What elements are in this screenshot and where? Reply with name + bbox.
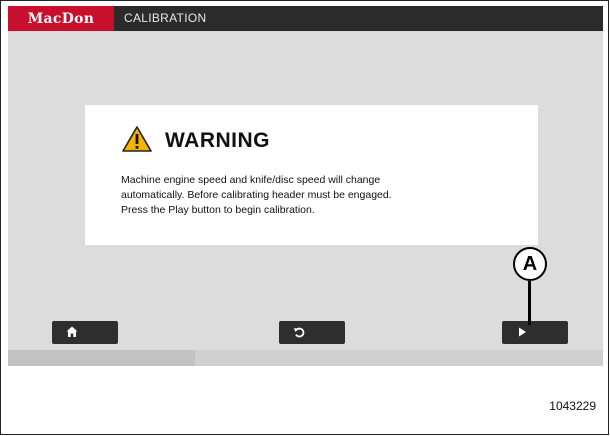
back-button[interactable] [279, 321, 345, 344]
status-strip [8, 350, 603, 366]
status-strip-segment [8, 350, 195, 366]
warning-line: automatically. Before calibrating header… [121, 189, 392, 201]
warning-line: Press the Play button to begin calibrati… [121, 204, 315, 216]
play-button[interactable] [502, 321, 568, 344]
home-icon [66, 326, 78, 337]
figure-number: 1043229 [549, 399, 596, 413]
callout-leader-line [528, 281, 531, 325]
warning-message: Machine engine speed and knife/disc spee… [121, 173, 521, 218]
warning-line: Machine engine speed and knife/disc spee… [121, 174, 381, 186]
home-button[interactable] [52, 321, 118, 344]
display-screen: MacDon CALIBRATION WARNING Machine engin… [8, 6, 603, 366]
play-icon [519, 327, 526, 337]
callout-label-a: A [513, 247, 547, 281]
warning-icon [122, 126, 152, 152]
brand-logo-text: MacDon [27, 10, 95, 27]
page-title: CALIBRATION [124, 11, 207, 25]
header-bar: MacDon CALIBRATION [8, 6, 603, 31]
brand-logo: MacDon [8, 6, 114, 31]
warning-dialog: WARNING Machine engine speed and knife/d… [85, 105, 538, 245]
warning-title: WARNING [165, 129, 270, 152]
back-arrow-icon [293, 327, 305, 338]
